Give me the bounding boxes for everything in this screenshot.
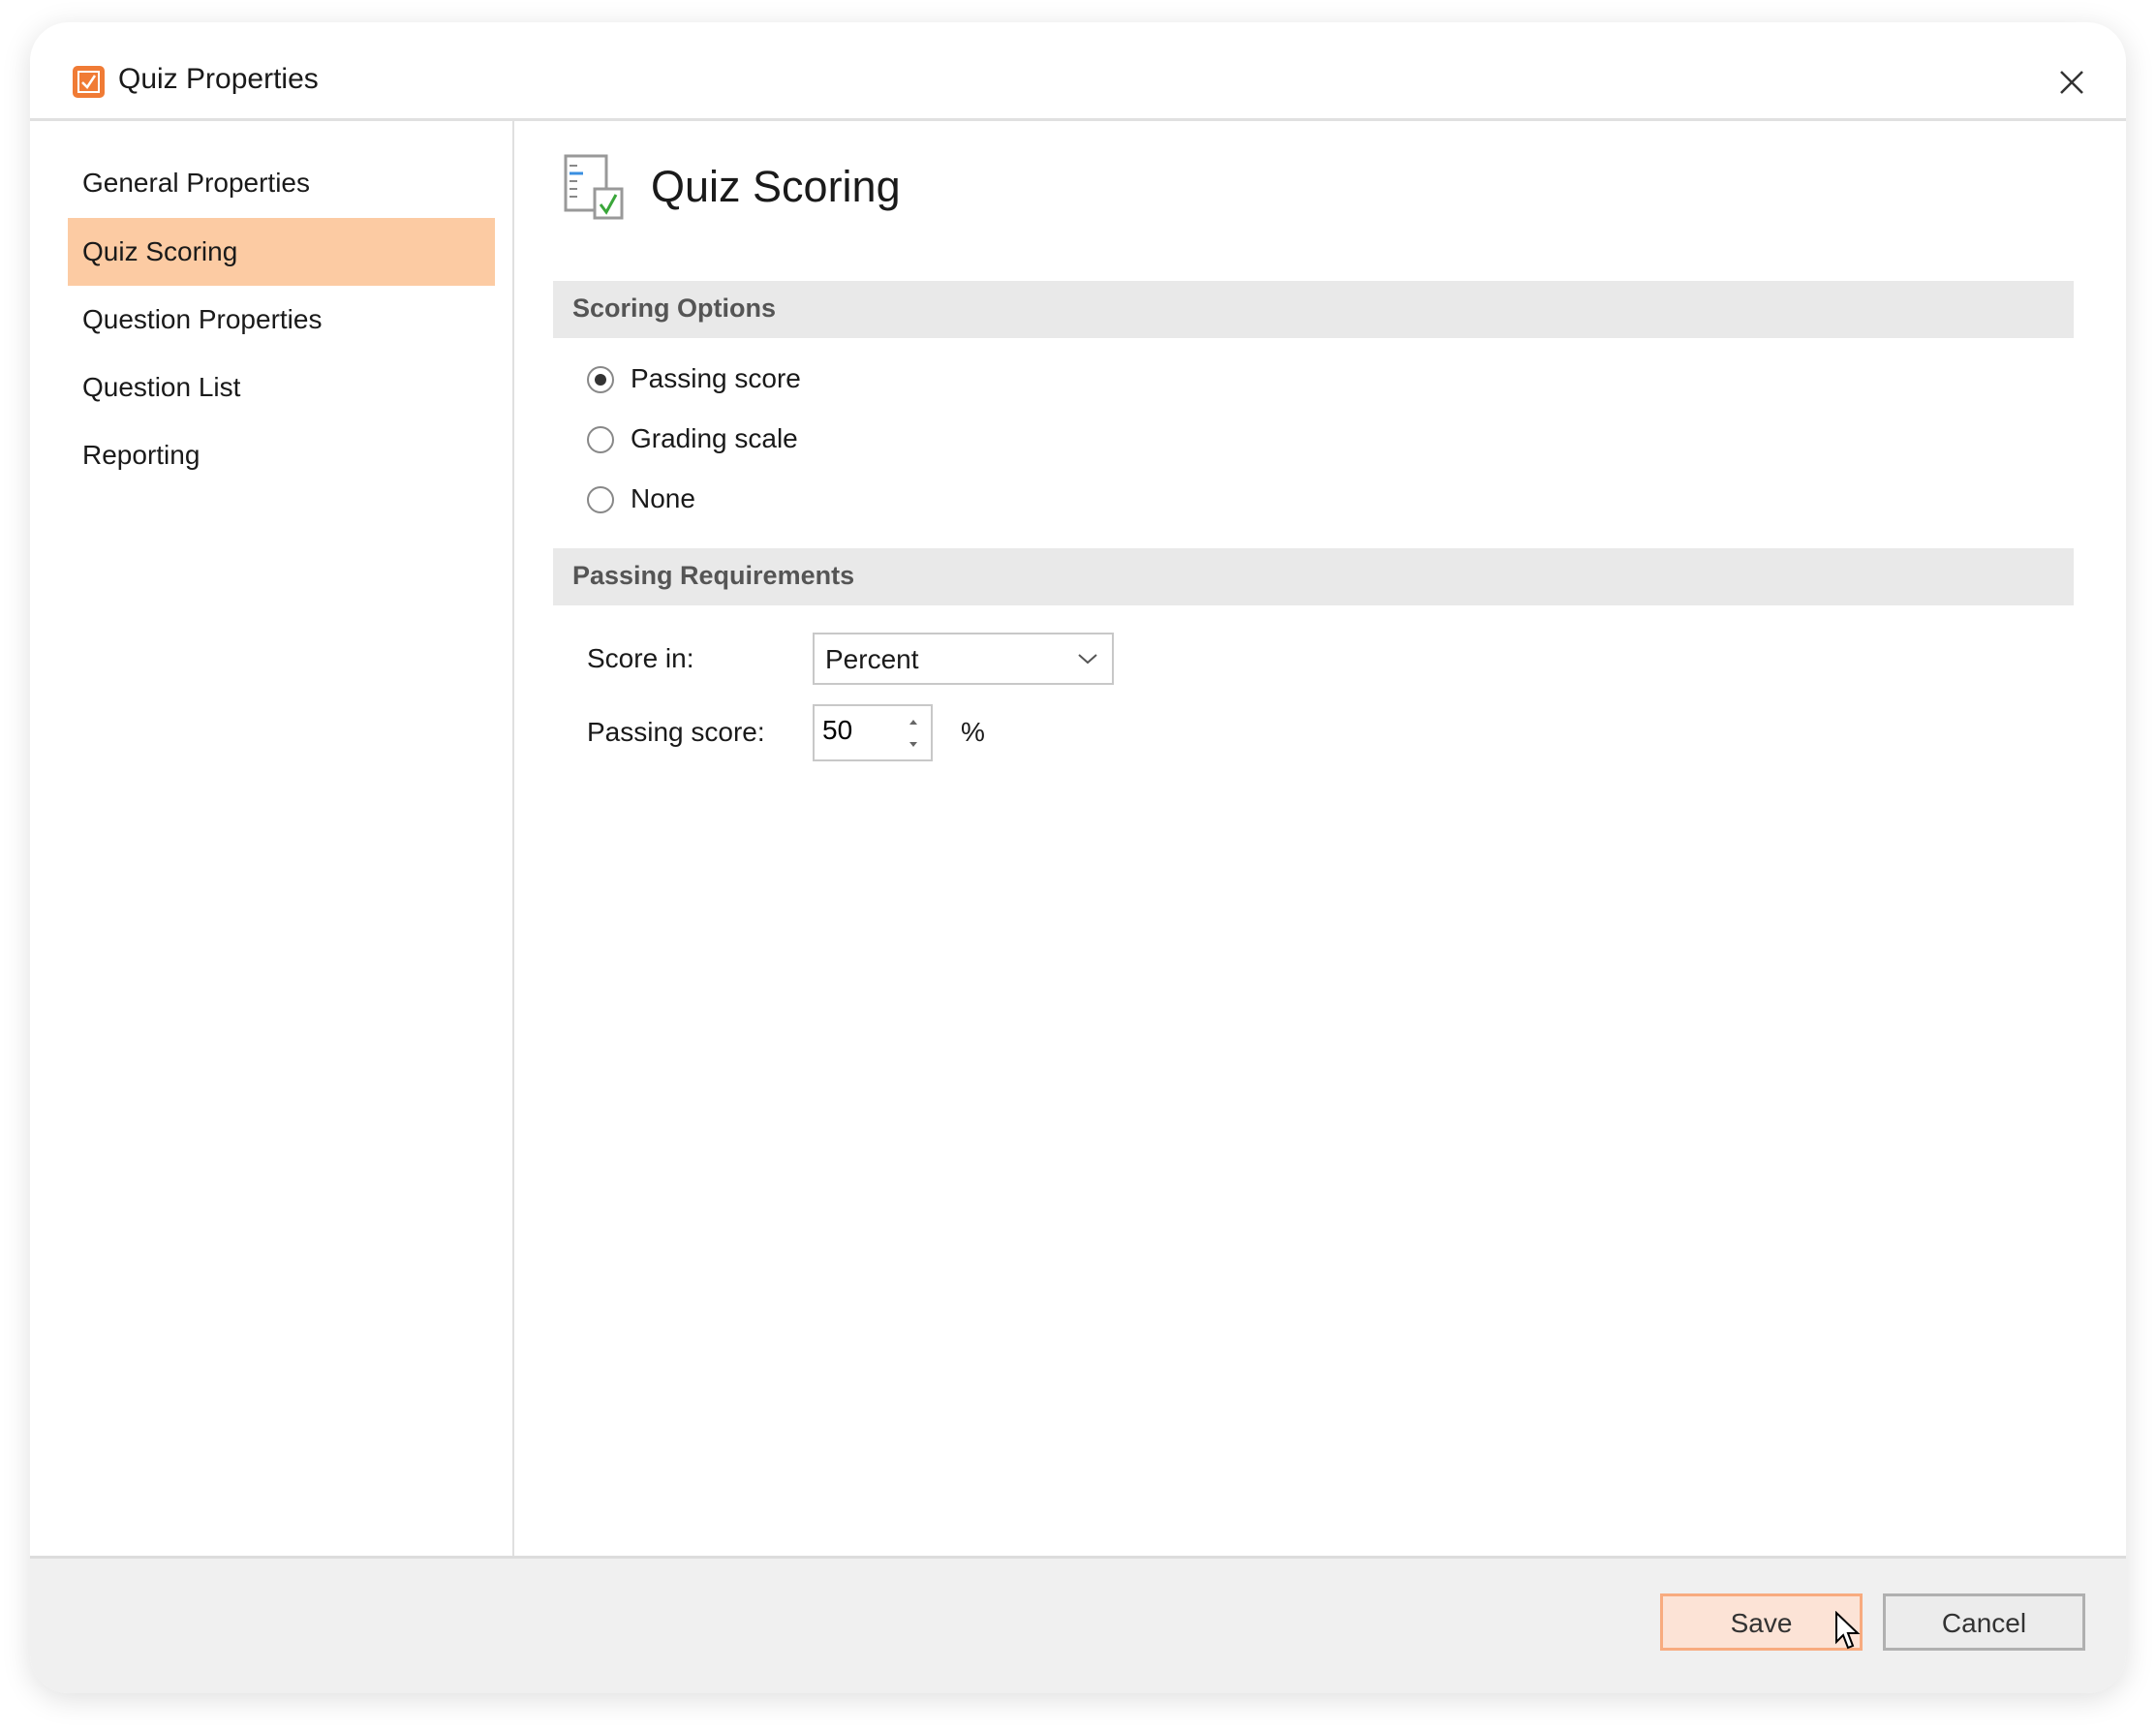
spin-up-icon[interactable] — [904, 712, 923, 731]
section-title: Passing Requirements — [572, 561, 855, 590]
passing-score-label: Passing score: — [587, 717, 765, 747]
quiz-scoring-icon — [564, 154, 624, 220]
section-title: Scoring Options — [572, 294, 777, 323]
title-bar: Quiz Properties — [30, 22, 2126, 121]
sidebar-item-question-list[interactable]: Question List — [68, 354, 495, 421]
radio-label: Passing score — [631, 363, 801, 393]
window-title: Quiz Properties — [118, 63, 319, 95]
dialog-footer: Save Cancel — [30, 1556, 2126, 1693]
mouse-cursor-icon — [1835, 1611, 1861, 1650]
close-icon — [2060, 71, 2083, 94]
sidebar-item-reporting[interactable]: Reporting — [68, 421, 495, 489]
passing-score-input[interactable] — [820, 714, 902, 747]
passing-requirements-header: Passing Requirements — [553, 548, 2074, 605]
checkbox-icon — [73, 66, 105, 98]
sidebar-item-quiz-scoring[interactable]: Quiz Scoring — [68, 218, 495, 286]
save-button[interactable]: Save — [1660, 1593, 1863, 1651]
sidebar-item-question-properties[interactable]: Question Properties — [68, 286, 495, 354]
page-title: Quiz Scoring — [651, 162, 901, 211]
quiz-properties-dialog: Quiz Properties General Properties Quiz … — [30, 22, 2126, 1693]
main-panel: Quiz Scoring Scoring Options Passing sco… — [514, 121, 2126, 1556]
close-button[interactable] — [2054, 65, 2089, 100]
scoring-options-header: Scoring Options — [553, 281, 2074, 338]
radio-label: Grading scale — [631, 423, 798, 453]
cancel-button[interactable]: Cancel — [1883, 1593, 2085, 1651]
sidebar-item-general-properties[interactable]: General Properties — [68, 149, 495, 217]
percent-unit: % — [961, 717, 985, 747]
radio-button[interactable] — [587, 426, 614, 453]
chevron-down-icon — [1078, 654, 1097, 665]
radio-label: None — [631, 483, 695, 513]
radio-button[interactable] — [587, 366, 614, 393]
sidebar: General Properties Quiz Scoring Question… — [30, 121, 514, 1556]
spin-down-icon[interactable] — [904, 735, 923, 755]
passing-score-stepper[interactable] — [813, 704, 933, 761]
score-in-dropdown[interactable]: Percent — [813, 633, 1114, 685]
radio-button[interactable] — [587, 486, 614, 513]
dropdown-value: Percent — [825, 644, 919, 674]
score-in-label: Score in: — [587, 643, 694, 673]
